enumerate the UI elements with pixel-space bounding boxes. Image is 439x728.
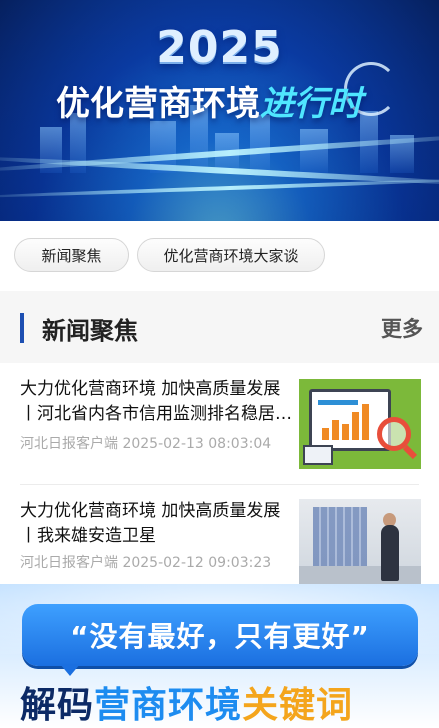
speech-bubble-tail bbox=[60, 664, 80, 676]
tab-news-focus[interactable]: 新闻聚焦 bbox=[14, 238, 129, 272]
tab-bar: 新闻聚焦 优化营商环境大家谈 bbox=[0, 221, 439, 291]
section-title: 新闻聚焦 bbox=[42, 317, 138, 345]
news-time: 2025-02-12 09:03:23 bbox=[122, 555, 272, 571]
hero-title-main: 优化营商环境 bbox=[56, 84, 260, 124]
news-source: 河北日报客户端 bbox=[20, 436, 118, 452]
promo-headline-part1: 解码 bbox=[20, 685, 95, 726]
news-title[interactable]: 大力优化营商环境 加快高质量发展丨我来雄安造卫星 bbox=[20, 499, 292, 549]
person-graphic bbox=[381, 525, 399, 581]
promo-banner[interactable]: “没有最好，只有更好” 解码营商环境关键词 bbox=[0, 584, 439, 728]
hero-banner[interactable]: 2025 优化营商环境进行时 bbox=[0, 0, 439, 221]
promo-headline-part3: 关键词 bbox=[242, 685, 354, 726]
news-item[interactable]: 大力优化营商环境 加快高质量发展丨我来雄安造卫星 河北日报客户端 2025-02… bbox=[0, 485, 439, 584]
tab-business-environment-talk[interactable]: 优化营商环境大家谈 bbox=[137, 238, 325, 272]
news-title[interactable]: 大力优化营商环境 加快高质量发展丨河北省内各市信用监测排名稳居前列 bbox=[20, 377, 292, 427]
hero-title-accent: 进行时 bbox=[260, 84, 362, 124]
promo-headline-part2: 营商环境 bbox=[94, 685, 243, 726]
floor-graphic bbox=[299, 566, 421, 584]
magnifier-handle bbox=[402, 444, 418, 460]
hero-title: 优化营商环境进行时 bbox=[56, 76, 362, 125]
section-header: 新闻聚焦 更多 bbox=[0, 291, 439, 363]
news-time: 2025-02-13 08:03:04 bbox=[122, 436, 272, 452]
promo-quote-bubble: “没有最好，只有更好” bbox=[22, 604, 418, 666]
document-graphic bbox=[303, 445, 333, 465]
news-thumbnail[interactable] bbox=[299, 499, 421, 584]
more-link[interactable]: 更多 bbox=[381, 313, 423, 343]
news-meta: 河北日报客户端 2025-02-13 08:03:04 bbox=[20, 433, 271, 453]
news-source: 河北日报客户端 bbox=[20, 555, 118, 571]
news-thumbnail[interactable] bbox=[299, 379, 421, 469]
news-meta: 河北日报客户端 2025-02-12 09:03:23 bbox=[20, 552, 271, 572]
promo-headline: 解码营商环境关键词 bbox=[20, 676, 353, 728]
news-item[interactable]: 大力优化营商环境 加快高质量发展丨河北省内各市信用监测排名稳居前列 河北日报客户… bbox=[0, 363, 439, 485]
section-accent-bar bbox=[20, 313, 24, 343]
solar-panel-graphic bbox=[313, 507, 367, 569]
